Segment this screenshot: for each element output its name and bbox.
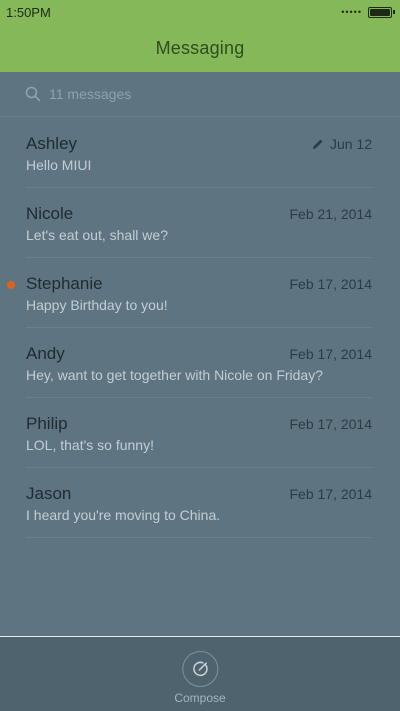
- message-date: Feb 17, 2014: [289, 486, 372, 502]
- compose-label: Compose: [174, 691, 226, 705]
- status-bar: 1:50PM •••••: [0, 0, 400, 24]
- page-title: Messaging: [155, 37, 245, 58]
- conversation-row-andy[interactable]: Andy Hey, want to get together with Nico…: [26, 328, 372, 398]
- conversation-row-nicole[interactable]: Nicole Let's eat out, shall we? Feb 21, …: [26, 188, 372, 258]
- search-input[interactable]: [49, 86, 349, 102]
- conversation-row-jason[interactable]: Jason I heard you're moving to China. Fe…: [26, 468, 372, 538]
- battery-icon: [368, 6, 395, 18]
- contact-name: Nicole: [26, 204, 74, 223]
- message-date: Feb 21, 2014: [289, 206, 372, 222]
- message-preview: LOL, that's so funny!: [26, 437, 154, 453]
- message-preview: Let's eat out, shall we?: [26, 227, 168, 243]
- conversation-list: Ashley Hello MIUI Jun 12 Nicole Let's ea…: [0, 118, 400, 538]
- message-preview: Hello MIUI: [26, 157, 92, 173]
- contact-name: Andy: [26, 344, 65, 363]
- battery-fill: [370, 8, 390, 16]
- message-date: Feb 17, 2014: [289, 346, 372, 362]
- compose-circle: [181, 651, 218, 687]
- search-bar[interactable]: [0, 72, 400, 117]
- status-time: 1:50PM: [6, 4, 51, 20]
- conversation-row-ashley[interactable]: Ashley Hello MIUI Jun 12: [26, 118, 372, 188]
- conversation-row-philip[interactable]: Philip LOL, that's so funny! Feb 17, 201…: [26, 398, 372, 468]
- unread-indicator: [7, 281, 15, 289]
- search-icon: [25, 86, 41, 102]
- contact-name: Jason: [26, 484, 72, 503]
- message-date: Feb 17, 2014: [289, 276, 372, 292]
- conversation-row-stephanie[interactable]: Stephanie Happy Birthday to you! Feb 17,…: [7, 258, 372, 328]
- compose-icon: [192, 661, 208, 677]
- message-date: Jun 12: [312, 136, 372, 152]
- draft-pencil-icon: [312, 139, 323, 149]
- message-date-text: Jun 12: [329, 136, 372, 152]
- message-preview: Happy Birthday to you!: [26, 297, 168, 313]
- title-bar: Messaging: [0, 24, 400, 72]
- contact-name: Stephanie: [26, 274, 103, 293]
- message-date: Feb 17, 2014: [289, 416, 372, 432]
- signal-icon: •••••: [341, 6, 362, 17]
- message-preview: I heard you're moving to China.: [26, 507, 221, 523]
- compose-button[interactable]: Compose: [174, 651, 226, 705]
- status-icons: •••••: [341, 6, 395, 18]
- message-preview: Hey, want to get together with Nicole on…: [26, 367, 324, 383]
- contact-name: Philip: [26, 414, 68, 433]
- contact-name: Ashley: [26, 134, 78, 153]
- bottom-bar: Compose: [0, 636, 400, 711]
